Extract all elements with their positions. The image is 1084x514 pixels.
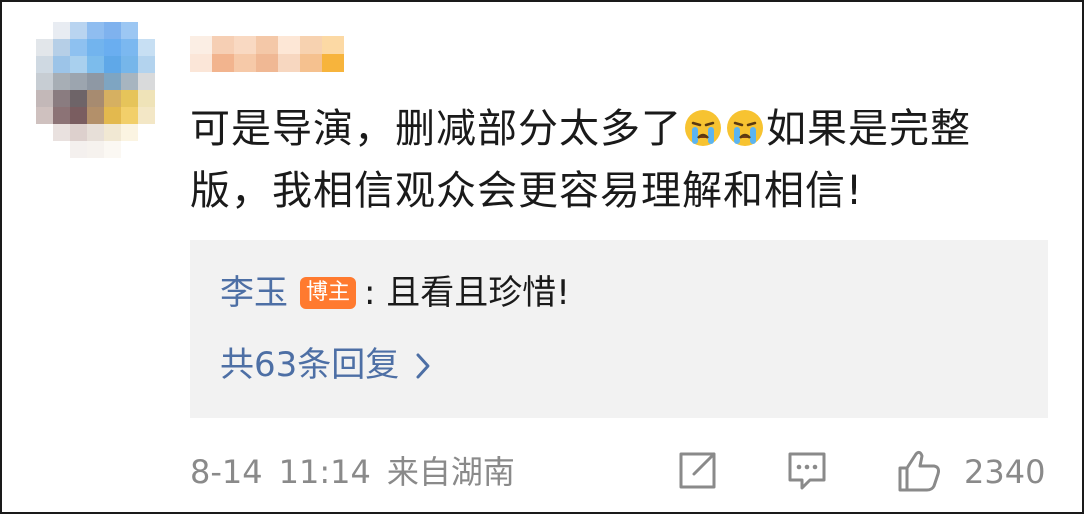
author-badge: 博主 [300, 277, 357, 309]
avatar-pixel [138, 22, 155, 39]
username-pixel [256, 54, 278, 72]
avatar-pixel [121, 39, 138, 56]
username-pixel [278, 54, 300, 72]
avatar-pixel [138, 56, 155, 73]
avatar-pixel [104, 56, 121, 73]
username-pixel [256, 36, 278, 54]
avatar-pixel [53, 124, 70, 141]
avatar-pixel [53, 107, 70, 124]
avatar-pixel [70, 22, 87, 39]
avatar-pixel [104, 39, 121, 56]
avatar-pixel [104, 90, 121, 107]
avatar-pixel [36, 124, 53, 141]
avatar-pixel [104, 73, 121, 90]
view-more-replies-link[interactable]: 共63条回复 [220, 342, 431, 388]
username-pixel [278, 36, 300, 54]
avatar-pixel [36, 107, 53, 124]
avatar-pixel [121, 73, 138, 90]
avatar-pixel [87, 22, 104, 39]
avatar[interactable] [36, 22, 156, 158]
avatar-pixel [87, 73, 104, 90]
reply-line: 李玉 博主: 且看且珍惜! [220, 270, 570, 316]
reply-author[interactable]: 李玉 [220, 273, 288, 313]
username-pixel [212, 54, 234, 72]
username-pixel [322, 36, 344, 54]
reply-separator: : [364, 273, 376, 313]
avatar-pixel [53, 73, 70, 90]
avatar-pixel [36, 141, 53, 158]
avatar-pixel [87, 56, 104, 73]
avatar-pixel [138, 141, 155, 158]
username-pixel [322, 54, 344, 72]
avatar-pixel [87, 90, 104, 107]
avatar-pixel [36, 39, 53, 56]
avatar-pixel [87, 124, 104, 141]
avatar-pixel [121, 56, 138, 73]
avatar-pixel [70, 124, 87, 141]
crying-emoji-icon [727, 110, 763, 146]
comment-card: 可是导演，删减部分太多了 如果是完整版，我相信观众会更容易理解和相信! 李玉 博主:… [0, 0, 1084, 514]
avatar-pixel [121, 124, 138, 141]
avatar-pixel [138, 39, 155, 56]
username-pixel [300, 54, 322, 72]
avatar-pixel [87, 107, 104, 124]
username-pixel [300, 36, 322, 54]
avatar-pixel [138, 90, 155, 107]
username-pixel [234, 36, 256, 54]
avatar-pixel [53, 90, 70, 107]
share-icon[interactable] [674, 448, 720, 494]
avatar-pixel [138, 124, 155, 141]
avatar-pixel [53, 39, 70, 56]
comment-time: 11:14 [278, 453, 371, 491]
username-pixel [190, 54, 212, 72]
avatar-pixel [70, 90, 87, 107]
avatar-pixel [53, 141, 70, 158]
avatar-pixel [138, 73, 155, 90]
comment-text: 可是导演，删减部分太多了 如果是完整版，我相信观众会更容易理解和相信! [190, 98, 1052, 222]
username-blurred[interactable] [190, 36, 346, 76]
chevron-right-icon [416, 353, 430, 379]
more-replies-label: 共63条回复 [220, 345, 400, 385]
avatar-pixel [70, 141, 87, 158]
comment-date: 8-14 [190, 453, 263, 491]
avatar-pixel [121, 22, 138, 39]
avatar-pixel [70, 73, 87, 90]
comment-text-part1: 可是导演，删减部分太多了 [190, 106, 682, 152]
crying-emoji-icon [685, 110, 721, 146]
avatar-pixel [70, 39, 87, 56]
avatar-pixel [121, 107, 138, 124]
avatar-pixel [36, 56, 53, 73]
comment-meta: 8-14 11:14 来自湖南 [190, 450, 515, 494]
avatar-pixel [121, 90, 138, 107]
avatar-pixel [138, 107, 155, 124]
avatar-pixel [36, 22, 53, 39]
avatar-pixel [104, 141, 121, 158]
username-pixel [234, 54, 256, 72]
username-pixel [212, 36, 234, 54]
avatar-pixel [104, 22, 121, 39]
comment-icon[interactable] [784, 448, 830, 494]
avatar-pixel [53, 56, 70, 73]
like-count: 2340 [964, 453, 1046, 491]
avatar-pixel [87, 39, 104, 56]
username-pixel [190, 36, 212, 54]
avatar-pixel [70, 107, 87, 124]
avatar-pixel [70, 56, 87, 73]
avatar-pixel [121, 141, 138, 158]
reply-preview[interactable]: 李玉 博主: 且看且珍惜! 共63条回复 [190, 240, 1048, 418]
avatar-pixel [53, 22, 70, 39]
avatar-pixel [104, 124, 121, 141]
comment-location: 来自湖南 [386, 453, 515, 491]
reply-text: 且看且珍惜! [386, 273, 570, 313]
avatar-pixel [36, 90, 53, 107]
avatar-pixel [36, 73, 53, 90]
like-icon[interactable] [896, 448, 946, 494]
avatar-pixel [87, 141, 104, 158]
avatar-pixel [104, 107, 121, 124]
